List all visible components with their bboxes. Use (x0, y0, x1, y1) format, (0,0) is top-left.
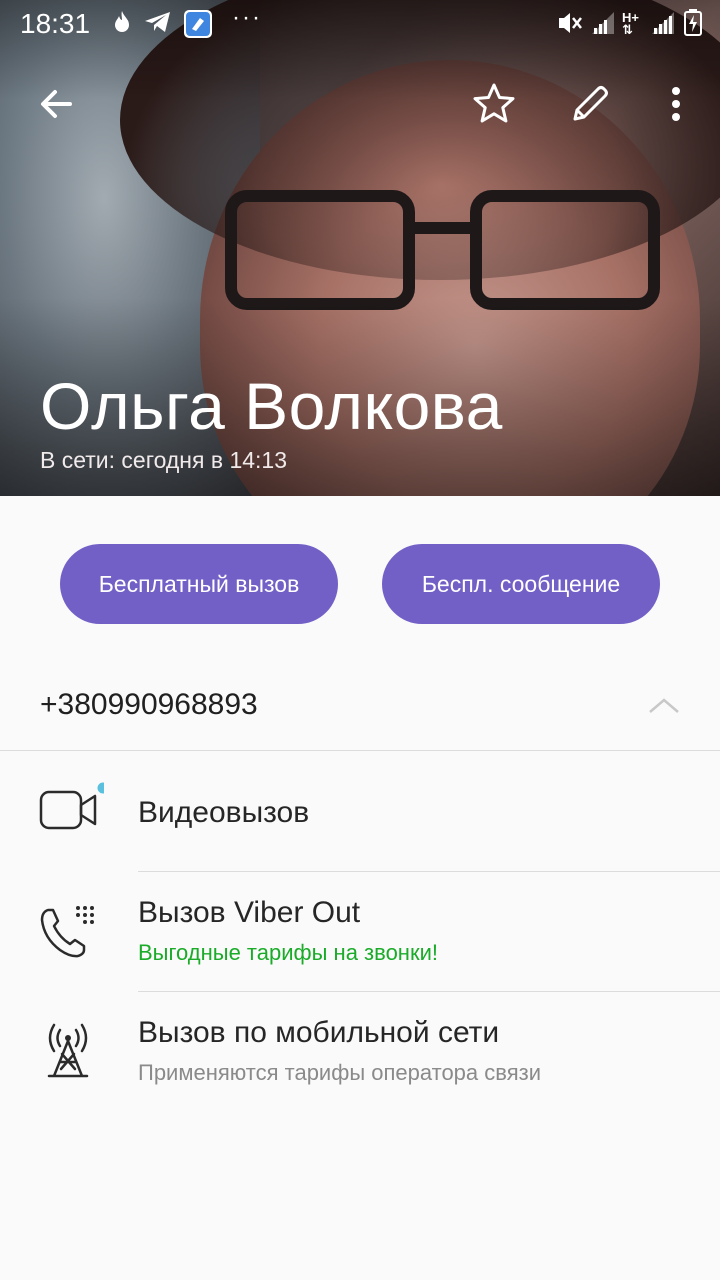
free-call-button[interactable]: Бесплатный вызов (60, 544, 338, 624)
arrow-left-icon (41, 90, 72, 118)
flame-icon (112, 10, 132, 41)
option-title: Видеовызов (138, 796, 310, 829)
phone-dialpad-icon (38, 902, 98, 962)
h-plus-icon: H+ ⇅ (622, 10, 639, 37)
more-vertical-icon (672, 87, 680, 121)
telegram-icon (144, 10, 172, 41)
cleaner-app-icon (183, 9, 213, 46)
video-call-option[interactable]: Видеовызов (0, 752, 720, 872)
battery-icon (684, 8, 702, 43)
mute-icon (556, 10, 584, 43)
chevron-up-icon[interactable] (648, 690, 680, 722)
option-subtitle: Выгодные тарифы на звонки! (138, 940, 438, 965)
status-bar: 18:31 ··· H+ ⇅ (0, 0, 720, 48)
favorite-button[interactable] (470, 80, 518, 128)
last-seen-status: В сети: сегодня в 14:13 (40, 447, 288, 473)
pencil-icon (573, 86, 608, 121)
cell-tower-icon (38, 1022, 98, 1082)
star-icon (473, 83, 515, 123)
option-title: Вызов Viber Out (138, 896, 361, 929)
edit-button[interactable] (566, 80, 614, 128)
phone-number: +380990968893 (40, 688, 258, 721)
more-notifications-icon: ··· (232, 4, 262, 31)
signal-icon (650, 10, 676, 43)
option-title: Вызов по мобильной сети (138, 1016, 500, 1049)
video-camera-icon (38, 782, 109, 842)
free-message-button[interactable]: Беспл. сообщение (382, 544, 660, 624)
mobile-call-option[interactable]: Вызов по мобильной сети Применяются тари… (0, 992, 720, 1112)
contact-name: Ольга Волкова (40, 369, 503, 443)
signal-icon (590, 10, 616, 43)
phone-number-row[interactable]: +380990968893 (0, 660, 720, 751)
viber-out-call-option[interactable]: Вызов Viber Out Выгодные тарифы на звонк… (0, 872, 720, 992)
more-menu-button[interactable] (652, 80, 700, 128)
option-subtitle: Применяются тарифы оператора связи (138, 1060, 541, 1085)
status-time: 18:31 (20, 8, 91, 39)
back-button[interactable] (32, 80, 80, 128)
